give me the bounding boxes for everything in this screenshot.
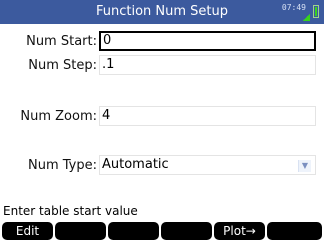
num-start-field[interactable]: 0 [99, 31, 316, 51]
plot-softkey[interactable]: Plot→ [214, 222, 265, 240]
num-step-label: Num Step: [28, 58, 97, 73]
softkey-4[interactable] [161, 222, 212, 240]
num-type-row: Num Type: Automatic ▼ [0, 155, 324, 177]
num-step-row: Num Step: .1 [0, 55, 324, 77]
num-zoom-label: Num Zoom: [20, 109, 97, 124]
num-type-value: Automatic [102, 157, 169, 172]
num-type-label: Num Type: [28, 158, 97, 173]
screen-title: Function Num Setup [95, 4, 229, 19]
edit-softkey[interactable]: Edit [2, 222, 53, 240]
num-zoom-field[interactable]: 4 [99, 106, 316, 126]
softkey-3[interactable] [108, 222, 159, 240]
clock: 07:49 [281, 3, 306, 12]
num-type-select[interactable]: Automatic ▼ [99, 155, 316, 175]
dropdown-arrow-icon[interactable]: ▼ [298, 160, 311, 172]
num-zoom-row: Num Zoom: 4 [0, 106, 324, 128]
softkey-2[interactable] [55, 222, 106, 240]
battery-icon [313, 5, 319, 18]
help-text: Enter table start value [3, 204, 138, 218]
softkey-menu: Edit Plot→ [0, 222, 324, 240]
num-step-field[interactable]: .1 [99, 55, 316, 75]
num-start-label: Num Start: [26, 34, 97, 49]
softkey-6[interactable] [267, 222, 322, 240]
signal-icon [302, 14, 310, 21]
title-bar: Function Num Setup 07:49 [0, 0, 324, 24]
num-start-row: Num Start: 0 [0, 31, 324, 53]
